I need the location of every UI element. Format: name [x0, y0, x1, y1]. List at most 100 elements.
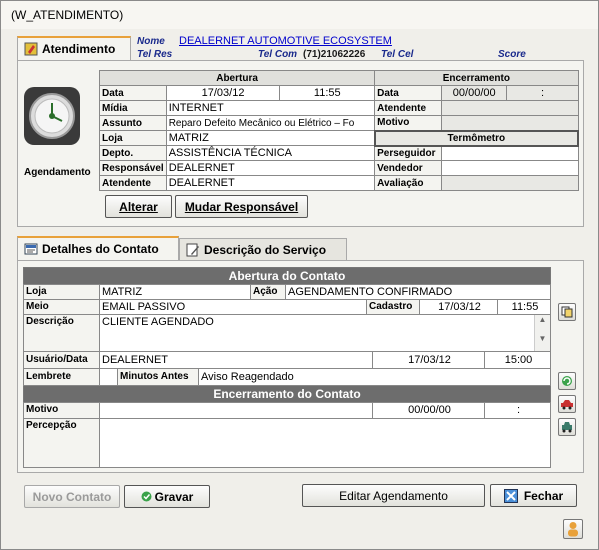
- tab-descricao-label: Descrição do Serviço: [204, 242, 327, 257]
- alterar-button[interactable]: Alterar: [105, 195, 172, 218]
- meio-field[interactable]: EMAIL PASSIVO: [99, 299, 367, 315]
- encerramento-title: Encerramento: [374, 70, 579, 86]
- editar-agendamento-label: Editar Agendamento: [339, 488, 448, 503]
- contato-motivo-date: 00/00/00: [372, 402, 485, 419]
- depto-field[interactable]: ASSISTÊNCIA TÉCNICA: [165, 145, 376, 161]
- tel-com-value: (71)21062226: [303, 49, 366, 60]
- avaliacao-field: [441, 175, 579, 191]
- gravar-label: Gravar: [154, 489, 194, 504]
- user-icon: [568, 522, 578, 537]
- scroll-down-icon[interactable]: ▼: [535, 334, 550, 343]
- cadastro-date-field: 17/03/12: [419, 299, 498, 315]
- copy-contact-button[interactable]: [558, 303, 576, 321]
- lembrete-label: Lembrete: [23, 368, 100, 386]
- usuario-date-field: 17/03/12: [372, 351, 485, 369]
- scroll-up-icon[interactable]: ▲: [535, 315, 550, 324]
- tab-detalhes-label: Detalhes do Contato: [42, 242, 159, 256]
- cadastro-label: Cadastro: [366, 299, 420, 315]
- service-car-icon: [562, 422, 572, 433]
- perseguidor-field[interactable]: [441, 145, 579, 161]
- car-icon: [561, 400, 573, 410]
- termometro-title: Termômetro: [373, 129, 580, 147]
- atendente-label: Atendente: [99, 175, 167, 191]
- assunto-field[interactable]: Reparo Defeito Mecânico ou Elétrico – Fo: [165, 115, 376, 131]
- usuario-data-label: Usuário/Data: [23, 351, 100, 369]
- novo-contato-label: Novo Contato: [32, 489, 112, 504]
- fechar-label: Fechar: [523, 488, 564, 503]
- perseguidor-label: Perseguidor: [374, 145, 442, 161]
- contato-motivo-field[interactable]: [99, 402, 373, 419]
- descricao-scrollbar[interactable]: ▲ ▼: [534, 315, 550, 351]
- tab-descricao-servico[interactable]: Descrição do Serviço: [179, 238, 347, 260]
- vendedor-label: Vendedor: [374, 160, 442, 176]
- agendamento-caption: Agendamento: [24, 167, 91, 178]
- atendimento-window: (W_ATENDIMENTO) Nome DEALERNET AUTOMOTIV…: [0, 0, 599, 550]
- vehicle-button[interactable]: [558, 395, 576, 413]
- name-link[interactable]: DEALERNET AUTOMOTIVE ECOSYSTEM: [179, 35, 392, 47]
- abertura-hora-field[interactable]: 11:55: [279, 85, 376, 101]
- contact-card-icon: [24, 243, 38, 255]
- contato-motivo-label: Motivo: [23, 402, 100, 419]
- editar-agendamento-button[interactable]: Editar Agendamento: [302, 484, 485, 507]
- service-car-button[interactable]: [558, 418, 576, 436]
- refresh-button[interactable]: [558, 372, 576, 390]
- name-label: Nome: [137, 36, 165, 47]
- abertura-contato-title: Abertura do Contato: [24, 268, 550, 284]
- note-icon: [24, 42, 38, 56]
- gravar-button[interactable]: Gravar: [124, 485, 210, 508]
- novo-contato-button[interactable]: Novo Contato: [24, 485, 120, 508]
- fechar-button[interactable]: Fechar: [490, 484, 577, 507]
- abertura-data-label: Data: [99, 85, 167, 101]
- abertura-title: Abertura: [98, 70, 376, 86]
- contato-loja-label: Loja: [23, 284, 100, 300]
- window-title: (W_ATENDIMENTO): [1, 1, 598, 29]
- tab-atendimento-label: Atendimento: [42, 42, 116, 56]
- alarm-clock-icon: [24, 87, 80, 145]
- tel-res-label: Tel Res: [137, 49, 173, 60]
- encerramento-atendente-field: [441, 100, 579, 116]
- alterar-button-label: Alterar: [119, 199, 158, 214]
- save-icon: [141, 491, 152, 502]
- encerramento-contato-title: Encerramento do Contato: [24, 386, 550, 402]
- mudar-responsavel-button[interactable]: Mudar Responsável: [175, 195, 308, 218]
- encerramento-motivo-label: Motivo: [374, 115, 442, 131]
- encerramento-hora-field: :: [506, 85, 579, 101]
- close-icon: [503, 488, 518, 503]
- loja-field[interactable]: MATRIZ: [165, 130, 376, 146]
- vendedor-field[interactable]: [441, 160, 579, 176]
- descricao-text: CLIENTE AGENDADO: [102, 316, 214, 328]
- acao-label: Ação: [250, 284, 286, 300]
- abertura-encerramento-table: Abertura Encerramento Data 17/03/12 11:5…: [98, 70, 580, 191]
- lembrete-checkbox[interactable]: [99, 368, 118, 386]
- contato-loja-field[interactable]: MATRIZ: [99, 284, 251, 300]
- avaliacao-label: Avaliação: [374, 175, 442, 191]
- user-button[interactable]: [563, 519, 583, 539]
- encerramento-motivo-field: [441, 115, 579, 131]
- abertura-data-field[interactable]: 17/03/12: [165, 85, 281, 101]
- depto-label: Depto.: [99, 145, 167, 161]
- midia-label: Mídia: [99, 100, 167, 116]
- usuario-time-field: 15:00: [484, 351, 551, 369]
- minutos-antes-field[interactable]: Aviso Reagendado: [198, 368, 551, 386]
- descricao-field[interactable]: CLIENTE AGENDADO: [99, 314, 551, 352]
- edit-document-icon: [186, 243, 199, 256]
- midia-field[interactable]: INTERNET: [165, 100, 376, 116]
- percepcao-field[interactable]: [99, 418, 551, 468]
- usuario-field: DEALERNET: [99, 351, 373, 369]
- encerramento-atendente-label: Atendente: [374, 100, 442, 116]
- encerramento-data-field: 00/00/00: [440, 85, 508, 101]
- cadastro-time-field: 11:55: [497, 299, 551, 315]
- atendente-field[interactable]: DEALERNET: [165, 175, 376, 191]
- loja-label: Loja: [99, 130, 167, 146]
- tab-atendimento[interactable]: Atendimento: [17, 36, 131, 60]
- score-label: Score: [498, 49, 526, 60]
- descricao-label: Descrição: [23, 314, 100, 352]
- minutos-antes-label: Minutos Antes: [117, 368, 199, 386]
- acao-field[interactable]: AGENDAMENTO CONFIRMADO: [285, 284, 551, 300]
- responsavel-field[interactable]: DEALERNET: [165, 160, 376, 176]
- tab-detalhes-contato[interactable]: Detalhes do Contato: [17, 236, 179, 260]
- percepcao-label: Percepção: [23, 418, 100, 468]
- tel-com-label: Tel Com: [258, 49, 298, 60]
- contato-motivo-time: :: [484, 402, 551, 419]
- responsavel-label: Responsável: [99, 160, 167, 176]
